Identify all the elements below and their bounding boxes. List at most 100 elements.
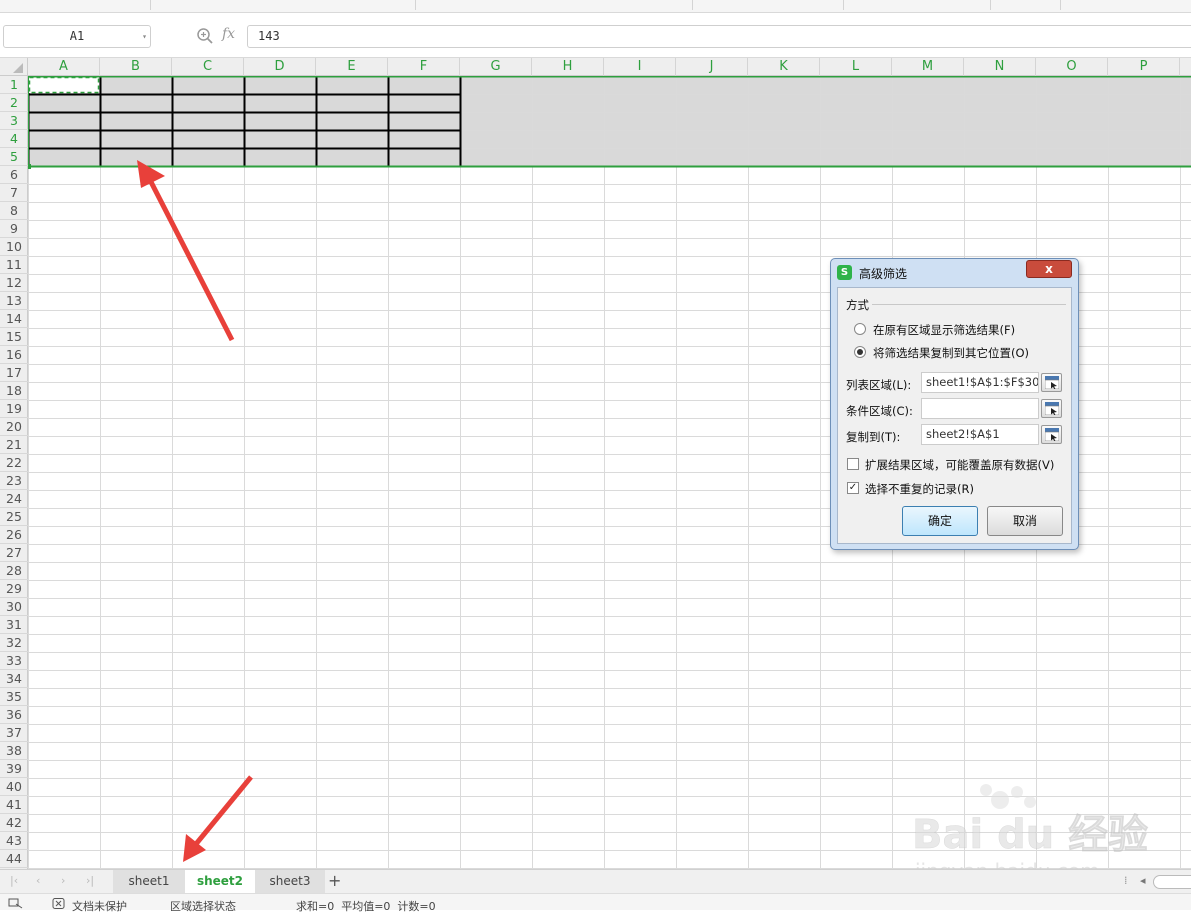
- close-button[interactable]: x: [1026, 260, 1072, 278]
- row-header-16[interactable]: 16: [0, 346, 28, 364]
- zoom-icon[interactable]: [196, 27, 214, 45]
- expand-result-label[interactable]: 扩展结果区域，可能覆盖原有数据(V): [865, 457, 1054, 473]
- tab-sheet1[interactable]: sheet1: [113, 870, 185, 893]
- row-header-3[interactable]: 3: [0, 112, 28, 130]
- row-header-6[interactable]: 6: [0, 166, 28, 184]
- column-header-f[interactable]: F: [388, 58, 460, 76]
- row-header-39[interactable]: 39: [0, 760, 28, 778]
- column-header-i[interactable]: I: [604, 58, 676, 76]
- row-header-14[interactable]: 14: [0, 310, 28, 328]
- row-header-10[interactable]: 10: [0, 238, 28, 256]
- row-header-24[interactable]: 24: [0, 490, 28, 508]
- column-header-d[interactable]: D: [244, 58, 316, 76]
- row-header-17[interactable]: 17: [0, 364, 28, 382]
- horizontal-scrollbar[interactable]: [1153, 875, 1191, 889]
- row-header-13[interactable]: 13: [0, 292, 28, 310]
- row-header-44[interactable]: 44: [0, 850, 28, 868]
- range-picker-icon[interactable]: [1041, 425, 1062, 444]
- row-header-7[interactable]: 7: [0, 184, 28, 202]
- column-header-o[interactable]: O: [1036, 58, 1108, 76]
- range-picker-icon[interactable]: [1041, 373, 1062, 392]
- column-header-h[interactable]: H: [532, 58, 604, 76]
- row-header-4[interactable]: 4: [0, 130, 28, 148]
- list-range-input[interactable]: sheet1!$A$1:$F$30: [921, 372, 1039, 393]
- row-header-27[interactable]: 27: [0, 544, 28, 562]
- column-header-j[interactable]: J: [676, 58, 748, 76]
- unique-records-label[interactable]: 选择不重复的记录(R): [865, 481, 974, 497]
- row-header-40[interactable]: 40: [0, 778, 28, 796]
- column-header-l[interactable]: L: [820, 58, 892, 76]
- row-header-37[interactable]: 37: [0, 724, 28, 742]
- column-header-b[interactable]: B: [100, 58, 172, 76]
- prev-sheet-icon[interactable]: ‹: [36, 874, 40, 887]
- column-header-p[interactable]: P: [1108, 58, 1180, 76]
- row-header-35[interactable]: 35: [0, 688, 28, 706]
- column-header-a[interactable]: A: [28, 58, 100, 76]
- row-header-32[interactable]: 32: [0, 634, 28, 652]
- row-headers: 1 2 3 4 5 6 7 8 9 10 11 12 13 14 15 16 17 18 19 20 21 22 23 24 2…: [0, 76, 28, 869]
- row-header-34[interactable]: 34: [0, 670, 28, 688]
- scroll-divider-icon[interactable]: ⁞: [1124, 874, 1128, 887]
- row-header-2[interactable]: 2: [0, 94, 28, 112]
- row-header-31[interactable]: 31: [0, 616, 28, 634]
- row-header-8[interactable]: 8: [0, 202, 28, 220]
- add-sheet-icon[interactable]: +: [328, 871, 344, 891]
- next-sheet-icon[interactable]: ›: [61, 874, 65, 887]
- row-header-19[interactable]: 19: [0, 400, 28, 418]
- row-header-25[interactable]: 25: [0, 508, 28, 526]
- formula-bar: A1 ▾ fx 143: [0, 13, 1191, 58]
- row-header-41[interactable]: 41: [0, 796, 28, 814]
- expand-result-checkbox[interactable]: [847, 458, 859, 470]
- formula-input[interactable]: 143: [247, 25, 1191, 48]
- row-header-18[interactable]: 18: [0, 382, 28, 400]
- row-header-42[interactable]: 42: [0, 814, 28, 832]
- row-header-36[interactable]: 36: [0, 706, 28, 724]
- row-header-20[interactable]: 20: [0, 418, 28, 436]
- ok-button[interactable]: 确定: [902, 506, 978, 536]
- column-header-g[interactable]: G: [460, 58, 532, 76]
- row-header-11[interactable]: 11: [0, 256, 28, 274]
- name-box[interactable]: A1 ▾: [3, 25, 151, 48]
- column-header-k[interactable]: K: [748, 58, 820, 76]
- scroll-left-icon[interactable]: ◂: [1140, 874, 1146, 887]
- row-header-33[interactable]: 33: [0, 652, 28, 670]
- row-header-5[interactable]: 5: [0, 148, 28, 166]
- row-header-1[interactable]: 1: [0, 76, 28, 94]
- row-header-22[interactable]: 22: [0, 454, 28, 472]
- row-header-38[interactable]: 38: [0, 742, 28, 760]
- row-header-12[interactable]: 12: [0, 274, 28, 292]
- radio-copy-elsewhere[interactable]: [854, 346, 866, 358]
- dialog-titlebar[interactable]: S 高级筛选 x: [831, 259, 1078, 283]
- first-sheet-icon[interactable]: |‹: [10, 874, 18, 887]
- column-header-n[interactable]: N: [964, 58, 1036, 76]
- radio-copy-elsewhere-label[interactable]: 将筛选结果复制到其它位置(O): [873, 345, 1029, 361]
- selected-rows-fill: [28, 76, 1191, 166]
- row-header-23[interactable]: 23: [0, 472, 28, 490]
- fx-icon[interactable]: fx: [222, 26, 235, 42]
- row-header-43[interactable]: 43: [0, 832, 28, 850]
- tab-sheet3[interactable]: sheet3: [255, 870, 325, 893]
- criteria-range-input[interactable]: [921, 398, 1039, 419]
- tab-sheet2[interactable]: sheet2: [185, 870, 255, 893]
- range-picker-icon[interactable]: [1041, 399, 1062, 418]
- row-header-9[interactable]: 9: [0, 220, 28, 238]
- radio-in-place-label[interactable]: 在原有区域显示筛选结果(F): [873, 322, 1015, 338]
- unique-records-checkbox[interactable]: ✓: [847, 482, 859, 494]
- protect-status[interactable]: 文档未保护: [72, 898, 127, 914]
- last-sheet-icon[interactable]: ›|: [86, 874, 94, 887]
- fill-handle: [26, 164, 31, 169]
- row-header-26[interactable]: 26: [0, 526, 28, 544]
- row-header-29[interactable]: 29: [0, 580, 28, 598]
- cancel-button[interactable]: 取消: [987, 506, 1063, 536]
- row-header-30[interactable]: 30: [0, 598, 28, 616]
- copy-to-input[interactable]: sheet2!$A$1: [921, 424, 1039, 445]
- row-header-28[interactable]: 28: [0, 562, 28, 580]
- select-all-corner[interactable]: [0, 58, 28, 76]
- row-header-15[interactable]: 15: [0, 328, 28, 346]
- row-header-21[interactable]: 21: [0, 436, 28, 454]
- column-header-m[interactable]: M: [892, 58, 964, 76]
- radio-in-place[interactable]: [854, 323, 866, 335]
- column-header-e[interactable]: E: [316, 58, 388, 76]
- column-header-c[interactable]: C: [172, 58, 244, 76]
- chevron-down-icon[interactable]: ▾: [142, 26, 147, 47]
